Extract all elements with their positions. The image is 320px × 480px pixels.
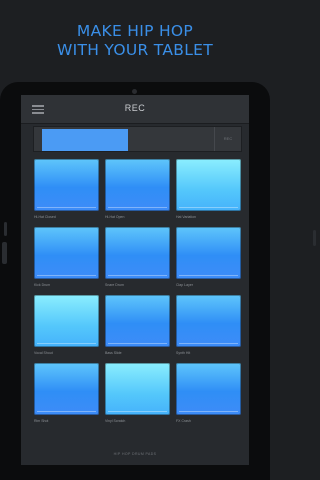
drum-pad-label: Hi-Hat Closed — [34, 215, 56, 219]
drum-pad-label: Hi-Hat Open — [105, 215, 125, 219]
drum-pad-label: Kick Drum — [34, 283, 51, 287]
recording-bar: REC — [33, 126, 242, 152]
side-key — [313, 230, 316, 246]
pad-cell: FX Crash — [176, 363, 241, 424]
volume-button — [4, 222, 7, 236]
pad-cell: Hi-Hat Open — [105, 159, 170, 220]
drum-pad[interactable] — [105, 295, 170, 347]
pad-cell: Kick Drum — [34, 227, 99, 288]
pad-cell: Snare Drum — [105, 227, 170, 288]
pad-cell: Bass Slide — [105, 295, 170, 356]
recording-level-meter — [42, 129, 128, 151]
front-camera — [132, 89, 137, 94]
drum-pad[interactable] — [176, 159, 241, 211]
drum-pad-label: Snare Drum — [105, 283, 124, 287]
drum-pad-label: Bass Slide — [105, 351, 122, 355]
pad-cell: Vinyl Scratch — [105, 363, 170, 424]
drum-pad-label: Hat Variation — [176, 215, 196, 219]
drum-pad[interactable] — [34, 159, 99, 211]
drum-pad[interactable] — [105, 227, 170, 279]
promo-headline: MAKE HIP HOP WITH YOUR TABLET — [0, 22, 270, 60]
pad-cell: Hat Variation — [176, 159, 241, 220]
drum-pad-label: Vocal Shout — [34, 351, 53, 355]
drum-pad-label: Rim Shot — [34, 419, 49, 423]
pad-cell: Synth Hit — [176, 295, 241, 356]
transport-button[interactable]: REC — [214, 127, 241, 151]
app-screen: REC REC Hi-Hat Closed Hi-Hat Open Hat Vari… — [21, 95, 249, 465]
footer-label: HIP HOP DRUM PADS — [113, 452, 157, 456]
drum-pad[interactable] — [176, 363, 241, 415]
drum-pad[interactable] — [176, 295, 241, 347]
pad-cell: Vocal Shout — [34, 295, 99, 356]
power-button — [2, 242, 7, 264]
pad-cell: Clap Layer — [176, 227, 241, 288]
drum-pad[interactable] — [34, 363, 99, 415]
pad-cell: Rim Shot — [34, 363, 99, 424]
drum-pad[interactable] — [176, 227, 241, 279]
drum-pad-label: Vinyl Scratch — [105, 419, 126, 423]
drum-pad-label: Clap Layer — [176, 283, 193, 287]
promo-line-1: MAKE HIP HOP — [76, 22, 194, 40]
drum-pad[interactable] — [105, 363, 170, 415]
drum-pad-label: Synth Hit — [176, 351, 191, 355]
drum-pad[interactable] — [34, 295, 99, 347]
app-title: REC — [124, 103, 146, 113]
pad-cell: Hi-Hat Closed — [34, 159, 99, 220]
drum-pad-label: FX Crash — [176, 419, 191, 423]
promo-line-2: WITH YOUR TABLET — [56, 41, 213, 59]
drum-pad[interactable] — [34, 227, 99, 279]
app-top-bar: REC — [21, 95, 249, 124]
drum-pad[interactable] — [105, 159, 170, 211]
